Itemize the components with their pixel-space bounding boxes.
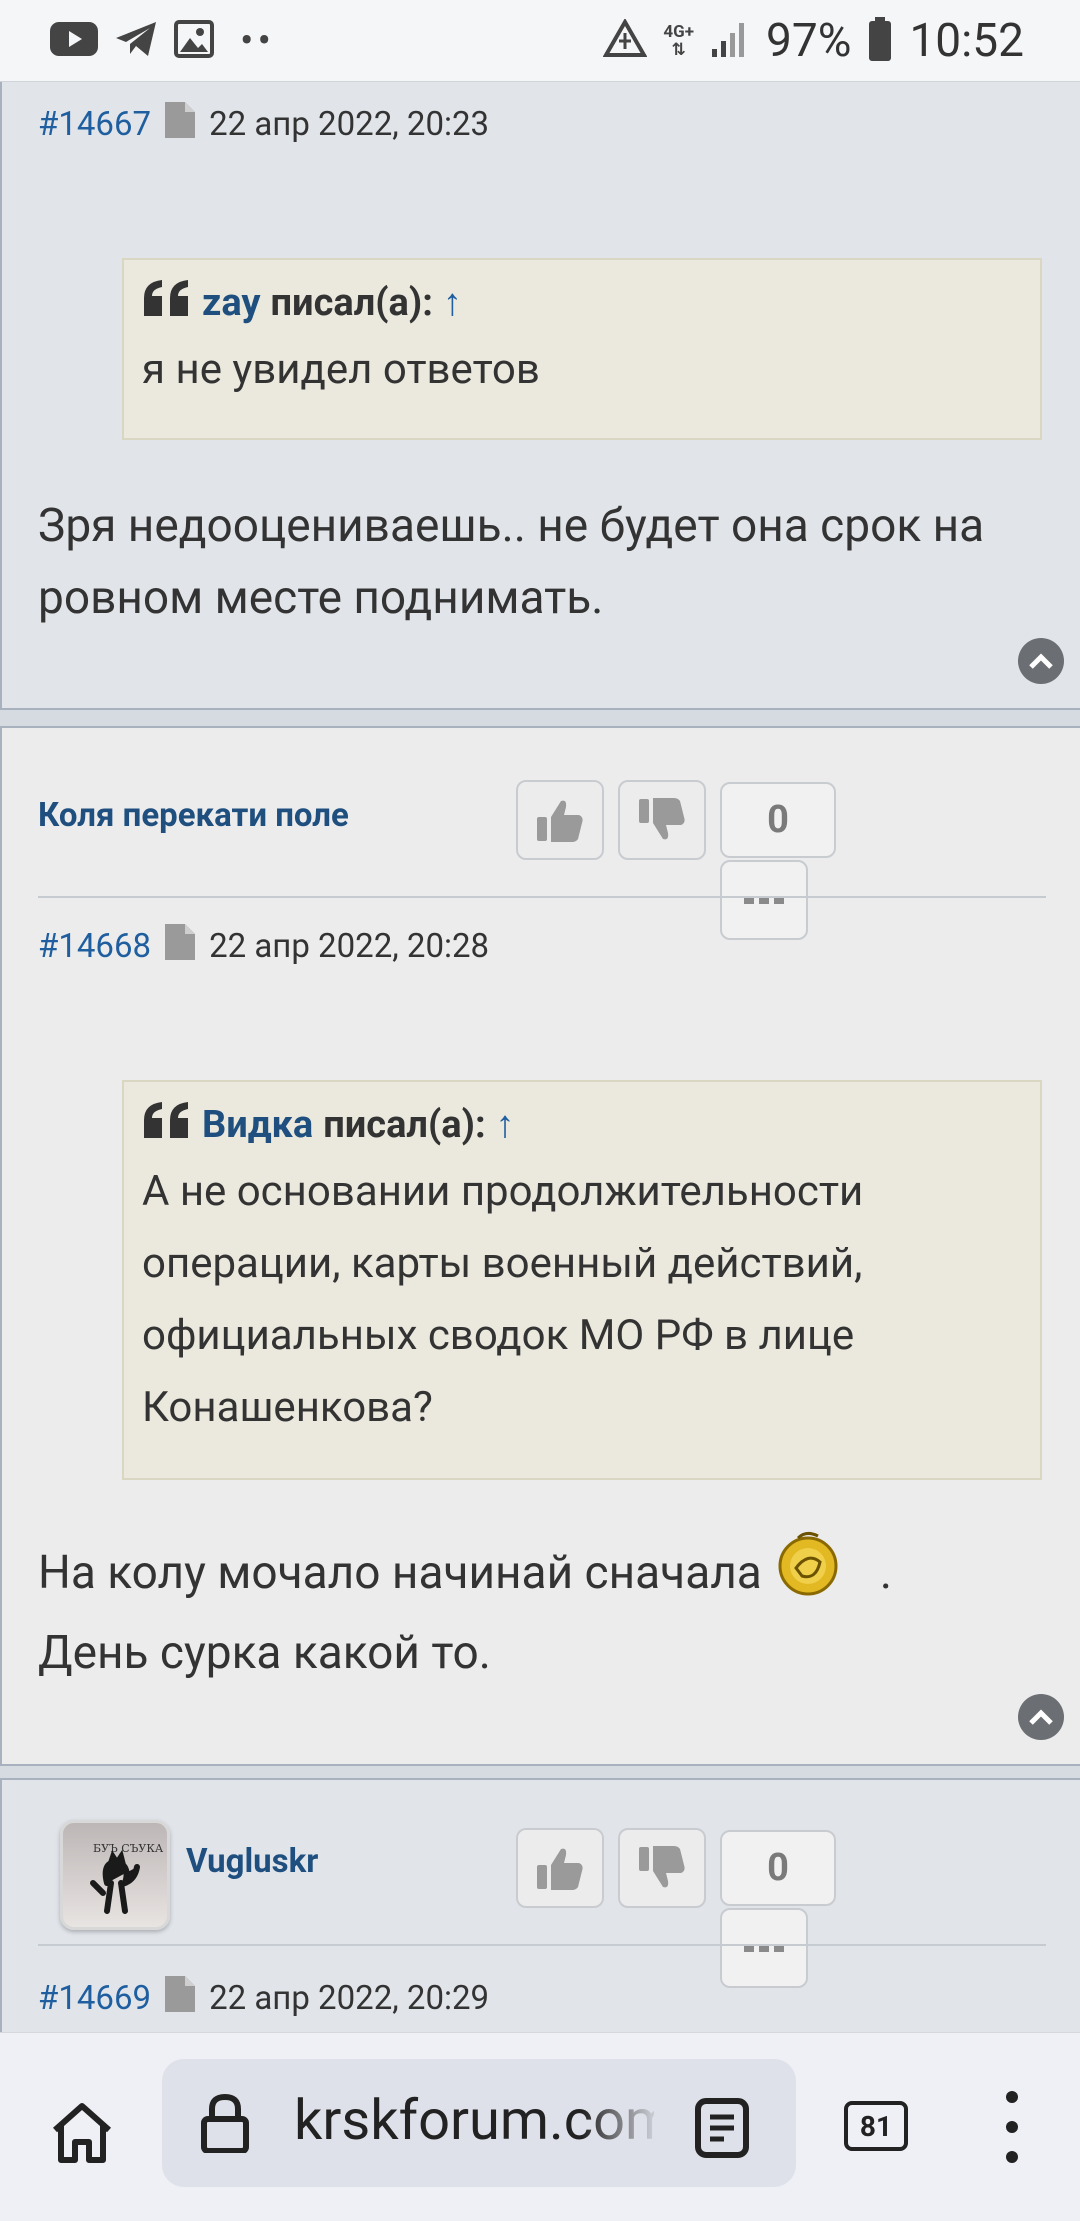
url-fade — [582, 2079, 662, 2167]
quote-icon — [142, 278, 192, 328]
gallery-icon — [174, 19, 214, 62]
battery-icon — [867, 16, 893, 65]
quote-wrote-label: писал(а): — [270, 281, 433, 325]
address-bar[interactable]: krskforum.com — [162, 2059, 796, 2187]
forum-post: БУЪ СЪУКА Vugluskr 0 #14669 22 апр 2022,… — [0, 1778, 1080, 2032]
post-author-link[interactable]: Коля перекати поле — [38, 796, 349, 835]
status-bar-right: 4G+ ⇅ 97% 10:52 — [602, 13, 1024, 68]
post-date: 22 апр 2022, 20:29 — [209, 1979, 490, 2018]
reader-mode-button[interactable] — [694, 2097, 750, 2163]
status-bar-left: •• — [50, 17, 275, 64]
scroll-top-button[interactable] — [1018, 1694, 1064, 1740]
post-score[interactable]: 0 — [720, 782, 836, 858]
cat-silhouette-icon — [90, 1849, 140, 1914]
data-saver-icon — [602, 17, 648, 63]
post-icon[interactable] — [165, 1976, 196, 2021]
quote-text: я не увидел ответов — [142, 345, 540, 394]
post-number-link[interactable]: #14668 — [38, 927, 151, 966]
menu-button[interactable] — [998, 2091, 1026, 2163]
quote-block: Видка писал(а): ↑ А не основании продолж… — [122, 1080, 1042, 1480]
avatar[interactable]: БУЪ СЪУКА — [60, 1820, 170, 1930]
thumbs-up-icon — [537, 1848, 583, 1890]
quote-block: zay писал(а): ↑ я не увидел ответов — [122, 258, 1042, 440]
quote-header: zay писал(а): ↑ — [142, 278, 1022, 328]
post-body: На колу мочало начинай сначала . День су… — [38, 1528, 1048, 1689]
post-body: Зря недооцениваешь.. не будет она срок н… — [38, 499, 985, 625]
dislike-button[interactable] — [618, 780, 706, 860]
tabs-button[interactable]: 81 — [844, 2101, 908, 2151]
post-number-link[interactable]: #14667 — [38, 105, 151, 144]
post-date: 22 апр 2022, 20:23 — [209, 105, 490, 144]
post-menu-button[interactable] — [720, 1908, 808, 1988]
menu-dot — [1006, 2151, 1018, 2163]
post-meta: #14668 22 апр 2022, 20:28 — [38, 924, 489, 969]
status-bar: •• 4G+ ⇅ 97% 10:52 — [0, 0, 1080, 82]
signal-icon — [710, 19, 750, 63]
post-icon[interactable] — [165, 102, 196, 147]
post-body-punctuation: . — [879, 1545, 892, 1600]
home-button[interactable] — [42, 2093, 122, 2173]
chevron-up-icon — [1029, 1709, 1053, 1725]
like-button[interactable] — [516, 780, 604, 860]
scroll-top-button[interactable] — [1018, 638, 1064, 684]
quote-source-link[interactable]: ↑ — [443, 281, 462, 325]
post-score[interactable]: 0 — [720, 1830, 836, 1906]
home-icon — [53, 2103, 111, 2163]
post-body-line: На колу мочало начинай сначала . — [38, 1528, 1048, 1617]
dislike-button[interactable] — [618, 1828, 706, 1908]
post-number-link[interactable]: #14669 — [38, 1979, 151, 2018]
post-divider — [38, 896, 1046, 898]
quote-text: А не основании продолжительности операци… — [142, 1167, 864, 1432]
forum-post: #14667 22 апр 2022, 20:23 zay писал(а): … — [0, 82, 1080, 710]
telegram-icon — [114, 20, 158, 62]
reader-mode-icon — [695, 2098, 749, 2158]
clock: 10:52 — [909, 13, 1024, 68]
post-meta: #14669 22 апр 2022, 20:29 — [38, 1976, 489, 2021]
smiley-icon — [776, 1528, 840, 1617]
network-label: 4G+ — [663, 21, 695, 42]
thumbs-down-icon — [639, 798, 685, 840]
chevron-up-icon — [1029, 653, 1053, 669]
quote-source-link[interactable]: ↑ — [496, 1103, 515, 1147]
post-divider — [38, 1944, 1046, 1946]
quote-header: Видка писал(а): ↑ — [142, 1100, 1022, 1150]
like-button[interactable] — [516, 1828, 604, 1908]
quote-icon — [142, 1100, 192, 1150]
more-notifications-icon: •• — [240, 17, 275, 64]
quote-author-link[interactable]: zay — [202, 281, 261, 325]
post-body-text: На колу мочало начинай сначала — [38, 1545, 762, 1600]
post-menu-button[interactable] — [720, 860, 808, 940]
menu-dot — [1006, 2091, 1018, 2103]
lock-icon[interactable] — [196, 2093, 254, 2157]
forum-post: Коля перекати поле 0 #14668 22 апр 2022,… — [0, 726, 1080, 1766]
menu-dot — [1006, 2121, 1018, 2133]
thumbs-down-icon — [639, 1846, 685, 1888]
forum-thread[interactable]: #14667 22 апр 2022, 20:23 zay писал(а): … — [0, 82, 1080, 2032]
network-type: 4G+ ⇅ — [663, 21, 695, 60]
quote-author-link[interactable]: Видка — [202, 1103, 313, 1147]
post-body-text: День сурка какой то. — [38, 1626, 491, 1680]
post-icon[interactable] — [165, 924, 196, 969]
youtube-icon — [50, 21, 98, 60]
post-author-link[interactable]: Vugluskr — [186, 1842, 318, 1881]
thumbs-up-icon — [537, 800, 583, 842]
browser-toolbar: krskforum.com 81 — [0, 2032, 1080, 2221]
quote-wrote-label: писал(а): — [323, 1103, 486, 1147]
post-date: 22 апр 2022, 20:28 — [209, 927, 490, 966]
post-meta: #14667 22 апр 2022, 20:23 — [38, 102, 489, 147]
battery-percent: 97% — [766, 13, 852, 68]
